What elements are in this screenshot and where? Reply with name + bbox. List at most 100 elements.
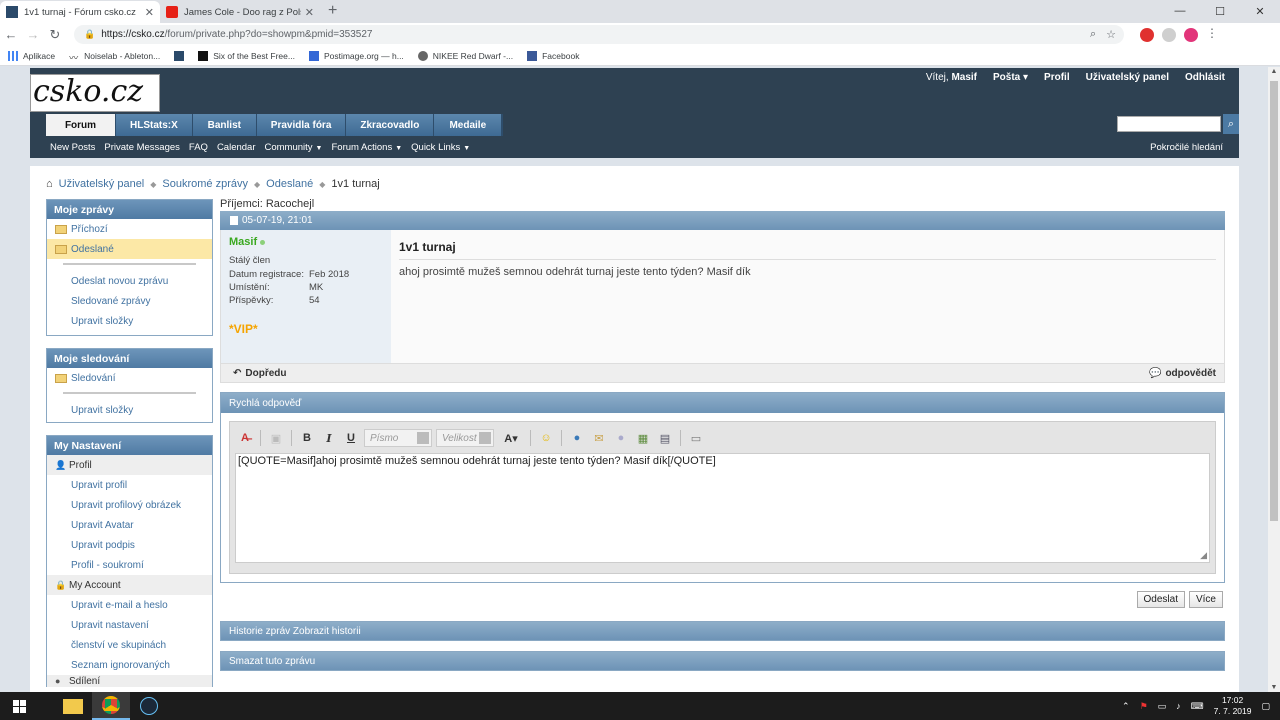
bookmark-nikee[interactable]: NIKEE Red Dwarf -... [417,50,513,61]
subnav-faq[interactable]: FAQ [189,142,208,153]
size-select[interactable]: Velikost [436,429,494,447]
bookmark-facebook[interactable]: Facebook [527,50,579,61]
bookmark-six-best[interactable]: Six of the Best Free... [198,50,295,61]
sidebar-item-sent[interactable]: Odeslané [47,239,212,259]
sidebar-item-privacy[interactable]: Profil - soukromí [47,555,212,575]
quote-icon[interactable]: ▭ [687,429,705,447]
chrome-icon[interactable] [92,692,130,720]
shield-icon[interactable] [1162,27,1176,42]
tab-hlstats[interactable]: HLStats:X [116,114,193,136]
more-button[interactable]: Více [1188,591,1223,608]
bookmark-star-icon[interactable]: ☆ [1106,28,1116,41]
minimize-icon[interactable]: — [1160,0,1200,22]
image-icon[interactable]: ▦ [634,429,652,447]
browser-tab-youtube[interactable]: James Cole - Doo rag z Polsk ✕ [160,1,320,23]
bookmark-noiselab[interactable]: 〰 Noiselab - Ableton... [69,51,160,63]
sidebar-item-edit-folders[interactable]: Upravit složky [47,400,212,420]
tab-banlist[interactable]: Banlist [192,114,257,136]
url-input[interactable]: 🔒 https://csko.cz/forum/private.php?do=s… [74,25,1124,44]
subnav-community[interactable]: Community ▼ [265,142,323,153]
back-icon[interactable]: ← [0,27,22,42]
tab-rules[interactable]: Pravidla fóra [256,114,347,136]
email-icon[interactable]: ✉ [590,429,608,447]
author-name[interactable]: Masif [229,236,383,248]
sidebar-item-edit-settings[interactable]: Upravit nastavení [47,615,212,635]
scroll-down-icon[interactable]: ▼ [1268,684,1280,691]
toplink-user-panel[interactable]: Uživatelský panel [1086,72,1169,83]
site-search-input[interactable] [1117,116,1221,132]
recipient-link[interactable]: Racochejl [266,198,314,210]
tab-medals[interactable]: Medaile [434,114,503,136]
sidebar-item-edit-folders[interactable]: Upravit složky [47,311,212,331]
close-tab-icon[interactable]: ✕ [305,6,314,19]
scroll-up-icon[interactable]: ▲ [1268,68,1280,75]
sidebar-item-inbox[interactable]: Příchozí [47,219,212,239]
video-icon[interactable]: ▤ [656,429,674,447]
bookmark-csko[interactable] [174,50,185,61]
page-scrollbar[interactable]: ▲ ▼ [1268,67,1280,692]
sidebar-item-subscriptions[interactable]: Sledování [47,368,212,388]
sidebar-item-edit-profile-pic[interactable]: Upravit profilový obrázek [47,495,212,515]
forward-button[interactable]: ↶ Dopředu [233,368,287,379]
breadcrumb-sent[interactable]: Odeslané [266,178,313,190]
network-icon[interactable]: ▭ [1158,701,1167,712]
notifications-icon[interactable]: ▢ [1261,701,1270,712]
zoom-icon[interactable]: ⌕ [1090,28,1096,41]
close-tab-icon[interactable]: ✕ [145,6,154,19]
toplink-profil[interactable]: Profil [1044,72,1070,83]
advanced-search-link[interactable]: Pokročilé hledání [1150,142,1223,153]
sidebar-item-group-membership[interactable]: členství ve skupinách [47,635,212,655]
sidebar-item-ignore-list[interactable]: Seznam ignorovaných [47,655,212,675]
scrollbar-thumb[interactable] [1270,81,1278,521]
text-color-icon[interactable]: A▾ [498,429,524,447]
sidebar-item-edit-profile[interactable]: Upravit profil [47,475,212,495]
subnav-new-posts[interactable]: New Posts [50,142,95,153]
tray-chevron-icon[interactable]: ⌃ [1122,701,1130,712]
sidebar-item-edit-signature[interactable]: Upravit podpis [47,535,212,555]
bookmark-apps[interactable]: Aplikace [8,50,55,61]
tray-flag-icon[interactable]: ⚑ [1140,701,1148,712]
resize-handle-icon[interactable]: ◢ [1200,550,1207,561]
home-icon[interactable]: ⌂ [46,178,53,190]
file-explorer-icon[interactable] [54,692,92,720]
reply-button[interactable]: 💬 odpovědět [1149,368,1216,379]
search-icon[interactable]: ⌕ [1223,114,1239,134]
unlink-icon[interactable]: ● [612,429,630,447]
toplink-posta[interactable]: Pošta ▾ [993,72,1028,83]
close-window-icon[interactable]: ✕ [1240,0,1280,22]
profile-avatar[interactable] [1184,27,1198,42]
bold-icon[interactable]: B [298,429,316,447]
paste-icon[interactable]: ▣ [267,429,285,447]
delete-message-bar[interactable]: Smazat tuto zprávu [220,651,1225,671]
breadcrumb-user-panel[interactable]: Uživatelský panel [59,178,145,190]
sidebar-item-send-new[interactable]: Odeslat novou zprávu [47,271,212,291]
subnav-forum-actions[interactable]: Forum Actions ▼ [331,142,402,153]
new-tab-icon[interactable]: + [320,2,345,23]
font-select[interactable]: Písmo [364,429,432,447]
subnav-calendar[interactable]: Calendar [217,142,256,153]
bookmark-postimage[interactable]: Postimage.org — h... [308,50,404,61]
keyboard-icon[interactable]: ⌨ [1191,701,1204,712]
reload-icon[interactable]: ↻ [44,27,66,43]
underline-icon[interactable]: U [342,429,360,447]
start-windows-icon[interactable] [0,692,38,720]
adblock-icon[interactable] [1140,27,1154,42]
browser-tab-active[interactable]: 1v1 turnaj - Fórum csko.cz ✕ [0,1,160,23]
sidebar-item-tracked[interactable]: Sledované zprávy [47,291,212,311]
reply-textarea[interactable]: [QUOTE=Masif]ahoj prosimtě mužeš semnou … [235,453,1210,563]
italic-icon[interactable]: I [320,429,338,447]
tab-forum[interactable]: Forum [46,114,116,136]
smiley-icon[interactable]: ☺ [537,429,555,447]
volume-icon[interactable]: ♪ [1176,701,1181,711]
subnav-quick-links[interactable]: Quick Links ▼ [411,142,470,153]
message-history-bar[interactable]: Historie zpráv Zobrazit historii [220,621,1225,641]
tab-shortener[interactable]: Zkracovadlo [346,114,435,136]
link-icon[interactable]: ● [568,429,586,447]
remove-format-icon[interactable]: A̶ [236,429,254,447]
steam-icon[interactable] [130,692,168,720]
submit-button[interactable]: Odeslat [1136,591,1185,608]
forward-icon[interactable]: → [22,27,44,42]
sidebar-item-edit-avatar[interactable]: Upravit Avatar [47,515,212,535]
clock[interactable]: 17:02 7. 7. 2019 [1214,695,1252,717]
maximize-icon[interactable]: ☐ [1200,0,1240,22]
